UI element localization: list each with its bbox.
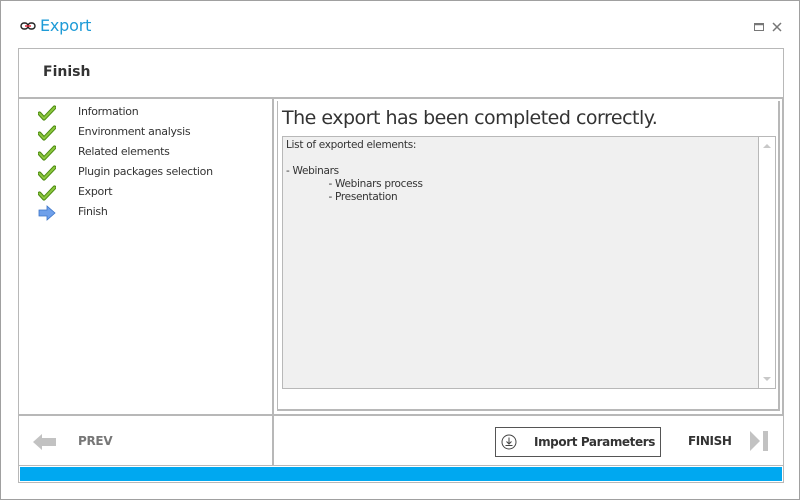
step-label: Export — [78, 185, 113, 198]
result-message: The export has been completed correctly. — [282, 107, 658, 129]
step-label: Information — [78, 105, 139, 118]
progress-bar — [18, 465, 784, 483]
import-parameters-label: Import Parameters — [534, 435, 655, 449]
scroll-down-icon[interactable] — [763, 377, 771, 382]
step-item: Information — [37, 103, 258, 123]
check-icon — [37, 165, 57, 181]
step-item: Finish — [38, 203, 258, 223]
export-dialog: Export Finish Information Environment ana… — [0, 0, 800, 500]
result-inner: The export has been completed correctly.… — [277, 101, 780, 411]
steps-panel: Information Environment analysis Related e… — [18, 97, 274, 416]
import-parameters-button[interactable]: Import Parameters — [495, 427, 661, 457]
check-icon — [37, 125, 57, 141]
download-icon — [501, 434, 517, 450]
result-panel: The export has been completed correctly.… — [272, 97, 784, 416]
step-item: Plugin packages selection — [37, 163, 258, 183]
close-icon[interactable] — [771, 21, 783, 33]
check-icon — [37, 145, 57, 161]
prev-button[interactable]: PREV — [33, 430, 123, 452]
step-label: Plugin packages selection — [78, 165, 213, 178]
step-item: Related elements — [37, 143, 258, 163]
scroll-up-icon[interactable] — [763, 143, 771, 148]
steps-list: Information Environment analysis Related e… — [37, 103, 258, 223]
link-icon — [20, 22, 36, 30]
step-title: Finish — [43, 64, 91, 80]
prev-label: PREV — [78, 434, 113, 448]
window-title: Export — [40, 16, 92, 35]
exported-elements-textarea[interactable]: List of exported elements: - Webinars - … — [282, 136, 776, 389]
maximize-icon[interactable] — [753, 21, 765, 33]
check-icon — [37, 105, 57, 121]
footer-left: PREV — [18, 414, 274, 466]
skip-forward-icon — [750, 431, 768, 451]
step-item: Export — [37, 183, 258, 203]
progress-fill — [20, 467, 782, 481]
exported-elements-text: List of exported elements: - Webinars - … — [286, 139, 423, 203]
arrow-right-icon — [38, 205, 56, 221]
finish-label: FINISH — [688, 434, 732, 448]
vertical-scrollbar[interactable] — [758, 137, 775, 388]
step-item: Environment analysis — [37, 123, 258, 143]
step-header: Finish — [18, 48, 784, 98]
footer-right: Import Parameters FINISH — [272, 414, 784, 466]
finish-button[interactable]: FINISH — [688, 430, 778, 454]
step-label: Environment analysis — [78, 125, 191, 138]
check-icon — [37, 185, 57, 201]
arrow-left-icon — [33, 434, 56, 450]
title-bar: Export — [1, 1, 799, 49]
step-label: Related elements — [78, 145, 170, 158]
step-label: Finish — [78, 205, 108, 218]
